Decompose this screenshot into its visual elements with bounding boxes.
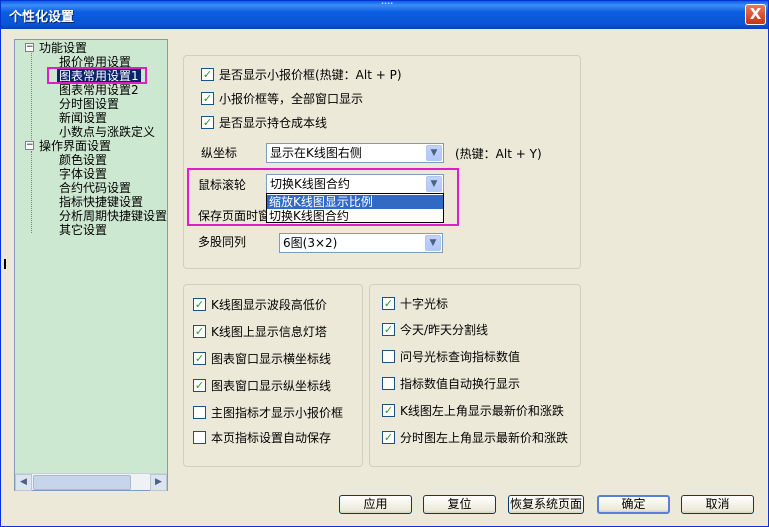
title-bar[interactable]: 个性化设置 ···· X xyxy=(1,0,768,29)
checkbox-label: 是否显示小报价框(热键：Alt + P) xyxy=(219,68,402,82)
tree-group-functions[interactable]: − 功能设置 xyxy=(25,41,88,55)
scroll-left-icon[interactable]: ◀ xyxy=(15,474,32,491)
tree-item-intraday-settings[interactable]: 分时图设置 xyxy=(59,97,119,111)
tree-item-other-settings[interactable]: 其它设置 xyxy=(59,223,107,237)
tree-item-label: 字体设置 xyxy=(59,167,108,181)
tree-item-contract-code-settings[interactable]: 合约代码设置 xyxy=(59,181,131,195)
reset-button[interactable]: 复位 xyxy=(423,495,496,514)
check-icon[interactable]: ✓ xyxy=(193,325,206,338)
tree-item-label: 新闻设置 xyxy=(59,111,108,125)
tree-item-label: 图表常用设置2 xyxy=(59,83,139,97)
check-icon[interactable]: ✓ xyxy=(201,116,214,129)
tree-item-label: 小数点与涨跌定义 xyxy=(59,125,156,139)
tree-selection-highlight xyxy=(47,67,147,84)
grip-icon: ···· xyxy=(381,0,394,8)
multi-stock-select[interactable]: 6图(3×2) ▼ xyxy=(279,233,443,253)
tree-connector xyxy=(31,53,32,144)
apply-button[interactable]: 应用 xyxy=(339,495,412,514)
tree-item-decimal-settings[interactable]: 小数点与涨跌定义 xyxy=(59,125,155,139)
collapse-icon[interactable]: − xyxy=(25,43,34,52)
checkbox-label: K线图左上角显示最新价和涨跌 xyxy=(400,404,564,418)
check-icon[interactable]: ✓ xyxy=(382,297,395,310)
resize-marker xyxy=(4,259,6,269)
checkbox-label: 今天/昨天分割线 xyxy=(400,323,489,337)
checkbox-label: 图表窗口显示纵坐标线 xyxy=(211,379,332,393)
checkbox-box[interactable] xyxy=(193,406,206,419)
tree-group-interface[interactable]: − 操作界面设置 xyxy=(25,139,112,153)
y-axis-select[interactable]: 显示在K线图右侧 ▼ xyxy=(266,143,444,163)
y-axis-label: 纵坐标 xyxy=(201,146,238,160)
tree-group-label: 操作界面设置 xyxy=(39,139,112,153)
select-value: 6图(3×2) xyxy=(283,236,338,250)
checkbox-box[interactable] xyxy=(382,377,395,390)
checkbox-label: 分时图左上角显示最新价和涨跌 xyxy=(400,431,569,445)
checkbox-box[interactable] xyxy=(193,431,206,444)
checkbox-label: 本页指标设置自动保存 xyxy=(211,431,332,445)
tree-item-font-settings[interactable]: 字体设置 xyxy=(59,167,107,181)
tree-item-label: 颜色设置 xyxy=(59,153,108,167)
collapse-icon[interactable]: − xyxy=(25,141,34,150)
chevron-down-icon[interactable]: ▼ xyxy=(426,145,442,161)
restore-system-page-button[interactable]: 恢复系统页面 xyxy=(508,495,584,514)
checkbox-label: 指标数值自动换行显示 xyxy=(400,377,521,391)
checkbox-label: 问号光标查询指标数值 xyxy=(400,350,521,364)
tree-connector xyxy=(31,151,32,233)
tree-content: − 功能设置 报价常用设置 图表常用设置1 图表常用设置2 分时图设置 新闻设置… xyxy=(15,40,167,473)
checkbox-box[interactable] xyxy=(382,350,395,363)
checkbox-label: K线图显示波段高低价 xyxy=(211,298,327,312)
check-icon[interactable]: ✓ xyxy=(382,323,395,336)
tree-item-label: 分析周期快捷键设置 xyxy=(59,209,167,223)
tree-item-label: 指标快捷键设置 xyxy=(59,195,144,209)
scroll-right-icon[interactable]: ▶ xyxy=(150,474,167,491)
tree-item-color-settings[interactable]: 颜色设置 xyxy=(59,153,107,167)
tree-item-label: 其它设置 xyxy=(59,223,108,237)
checkbox-label: K线图上显示信息灯塔 xyxy=(211,325,327,339)
tree-group-label: 功能设置 xyxy=(39,41,88,55)
tree-item-period-hotkey-settings[interactable]: 分析周期快捷键设置 xyxy=(59,209,167,223)
settings-window: 个性化设置 ···· X − 功能设置 报价常用设置 图表常用设置1 图表常用设… xyxy=(0,0,769,527)
chevron-down-icon[interactable]: ▼ xyxy=(425,235,441,251)
check-icon[interactable]: ✓ xyxy=(193,352,206,365)
tree-horizontal-scrollbar[interactable]: ◀ ▶ xyxy=(15,473,167,491)
checkbox-label: 是否显示持仓成本线 xyxy=(219,116,328,130)
ok-button[interactable]: 确定 xyxy=(597,495,670,514)
tree-item-indicator-hotkey-settings[interactable]: 指标快捷键设置 xyxy=(59,195,143,209)
tree-item-chart-settings-2[interactable]: 图表常用设置2 xyxy=(59,83,139,97)
checkbox-label: 小报价框等，全部窗口显示 xyxy=(219,92,364,106)
select-value: 显示在K线图右侧 xyxy=(270,146,362,160)
multi-stock-label: 多股同列 xyxy=(198,235,247,249)
check-icon[interactable]: ✓ xyxy=(201,68,214,81)
checkbox-label: 主图指标才显示小报价框 xyxy=(211,406,344,420)
check-icon[interactable]: ✓ xyxy=(193,379,206,392)
mouse-wheel-highlight xyxy=(187,168,459,226)
cancel-button[interactable]: 取消 xyxy=(681,495,754,514)
close-button[interactable]: X xyxy=(745,4,766,25)
settings-tree: − 功能设置 报价常用设置 图表常用设置1 图表常用设置2 分时图设置 新闻设置… xyxy=(14,39,168,491)
tree-item-news-settings[interactable]: 新闻设置 xyxy=(59,111,107,125)
check-icon[interactable]: ✓ xyxy=(201,92,214,105)
y-axis-hotkey: (热键：Alt + Y) xyxy=(455,147,542,161)
window-title: 个性化设置 xyxy=(9,10,75,25)
tree-item-label: 分时图设置 xyxy=(59,97,120,111)
check-icon[interactable]: ✓ xyxy=(382,404,395,417)
check-icon[interactable]: ✓ xyxy=(193,298,206,311)
check-icon[interactable]: ✓ xyxy=(382,431,395,444)
checkbox-label: 图表窗口显示横坐标线 xyxy=(211,352,332,366)
scroll-thumb[interactable] xyxy=(33,475,131,490)
tree-item-label: 合约代码设置 xyxy=(59,181,132,195)
checkbox-label: 十字光标 xyxy=(400,297,449,311)
